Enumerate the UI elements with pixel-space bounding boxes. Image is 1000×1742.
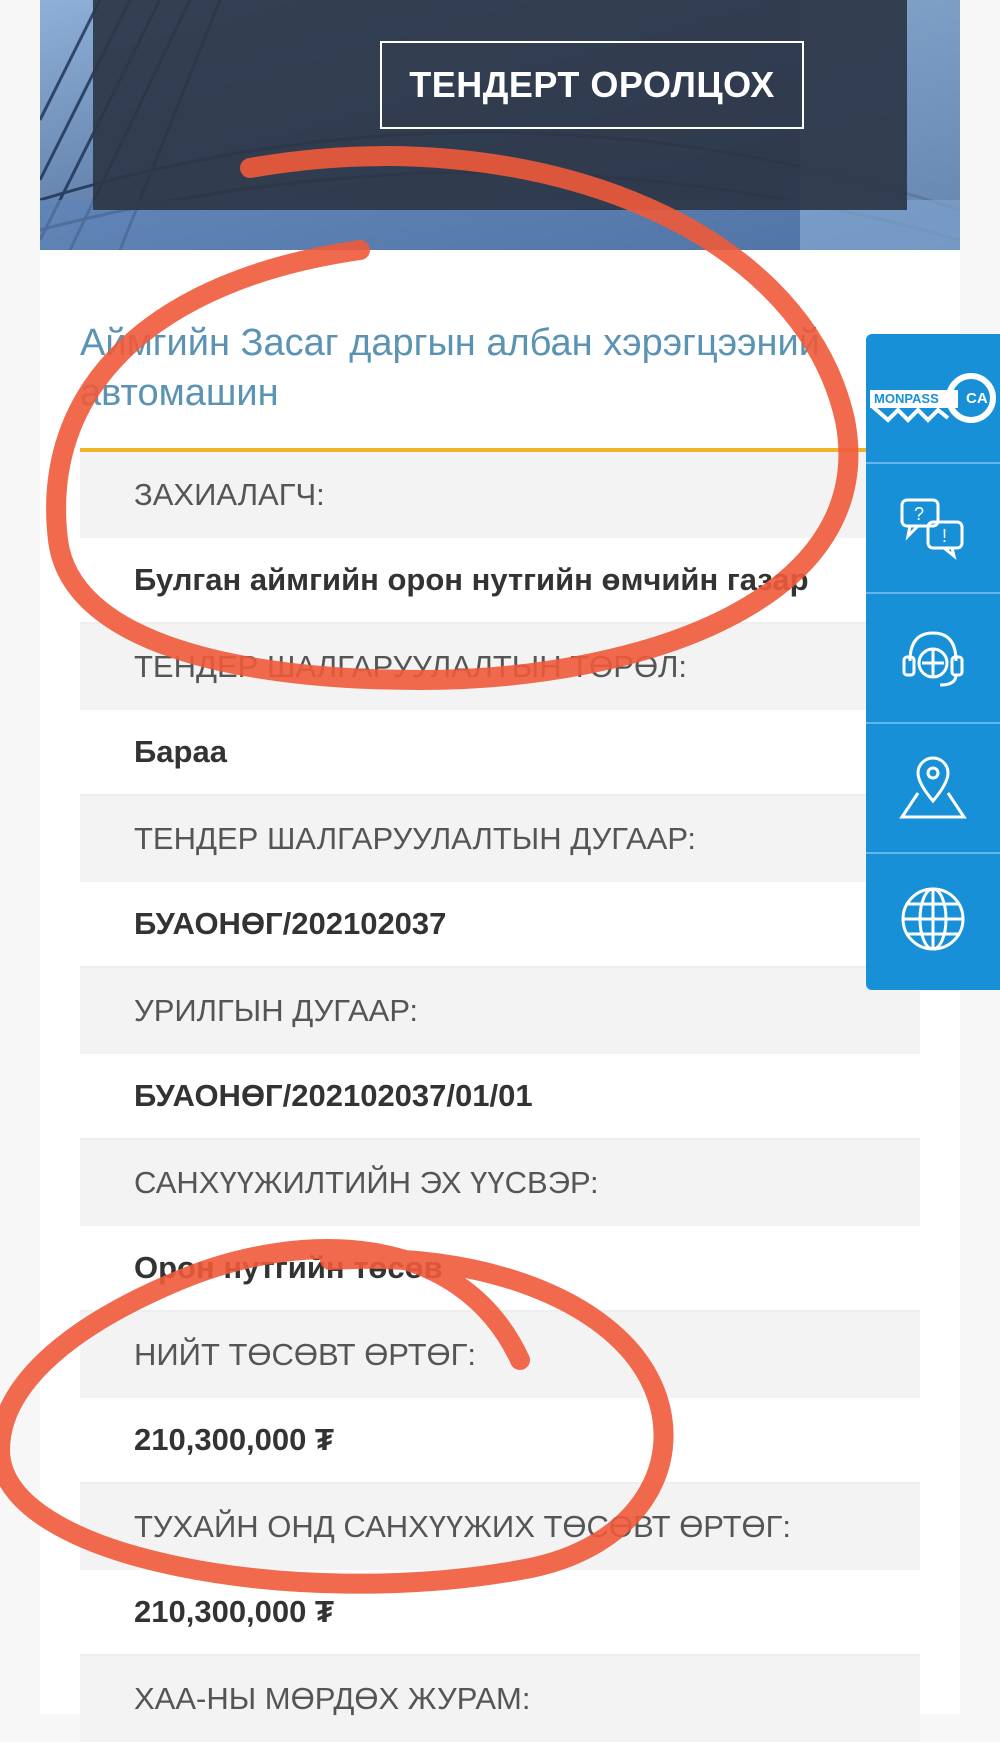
field-value-total-budget: 210,300,000 ₮ — [80, 1398, 920, 1484]
globe-icon — [901, 887, 965, 951]
monpass-ca-badge: CA — [966, 390, 988, 407]
field-value-annual-budget: 210,300,000 ₮ — [80, 1570, 920, 1656]
hero-banner: ТЕНДЕРТ ОРОЛЦОХ — [40, 0, 960, 250]
svg-text:!: ! — [942, 526, 947, 546]
side-toolbar: MONPASS CA ? ! — [866, 334, 1000, 990]
field-label-tender-type: ТЕНДЕР ШАЛГАРУУЛАЛТЫН ТӨРӨЛ: — [80, 624, 920, 710]
tender-title: Аймгийн Засаг даргын албан хэрэгцээний а… — [80, 322, 820, 414]
hero-overlay-panel: ТЕНДЕРТ ОРОЛЦОХ — [93, 0, 907, 210]
field-value-invitation-number: БУАОНӨГ/202102037/01/01 — [80, 1054, 920, 1140]
field-value-tender-type: Бараа — [80, 710, 920, 796]
side-item-language[interactable] — [866, 854, 1000, 984]
field-label-total-budget: НИЙТ ТӨСӨВТ ӨРТӨГ: — [80, 1312, 920, 1398]
headset-support-icon — [902, 631, 964, 687]
map-pin-icon — [899, 756, 967, 819]
side-item-monpass[interactable]: MONPASS CA — [866, 334, 1000, 464]
join-tender-button[interactable]: ТЕНДЕРТ ОРОЛЦОХ — [380, 41, 804, 129]
field-value-tender-number: БУАОНӨГ/202102037 — [80, 882, 920, 968]
field-label-funding-source: САНХҮҮЖИЛТИЙН ЭХ ҮҮСВЭР: — [80, 1140, 920, 1226]
tender-details-list: ЗАХИАЛАГЧ: Булган аймгийн орон нутгийн ө… — [80, 452, 920, 1742]
monpass-logo-text: MONPASS — [874, 391, 939, 406]
side-item-faq[interactable]: ? ! — [866, 464, 1000, 594]
field-label-customer: ЗАХИАЛАГЧ: — [80, 452, 920, 538]
field-value-funding-source: Орон нутгийн төсөв — [80, 1226, 920, 1312]
side-item-location[interactable] — [866, 724, 1000, 854]
field-label-procurement-rules: ХАА-НЫ МӨРДӨХ ЖУРАМ: — [80, 1656, 920, 1742]
field-value-customer: Булган аймгийн орон нутгийн өмчийн газар — [80, 538, 920, 624]
chat-question-icon: ? ! — [900, 498, 964, 560]
field-label-invitation-number: УРИЛГЫН ДУГААР: — [80, 968, 920, 1054]
side-item-support[interactable] — [866, 594, 1000, 724]
field-label-annual-budget: ТУХАЙН ОНД САНХҮҮЖИХ ТӨСӨВТ ӨРТӨГ: — [80, 1484, 920, 1570]
svg-text:?: ? — [914, 504, 924, 524]
field-label-tender-number: ТЕНДЕР ШАЛГАРУУЛАЛТЫН ДУГААР: — [80, 796, 920, 882]
